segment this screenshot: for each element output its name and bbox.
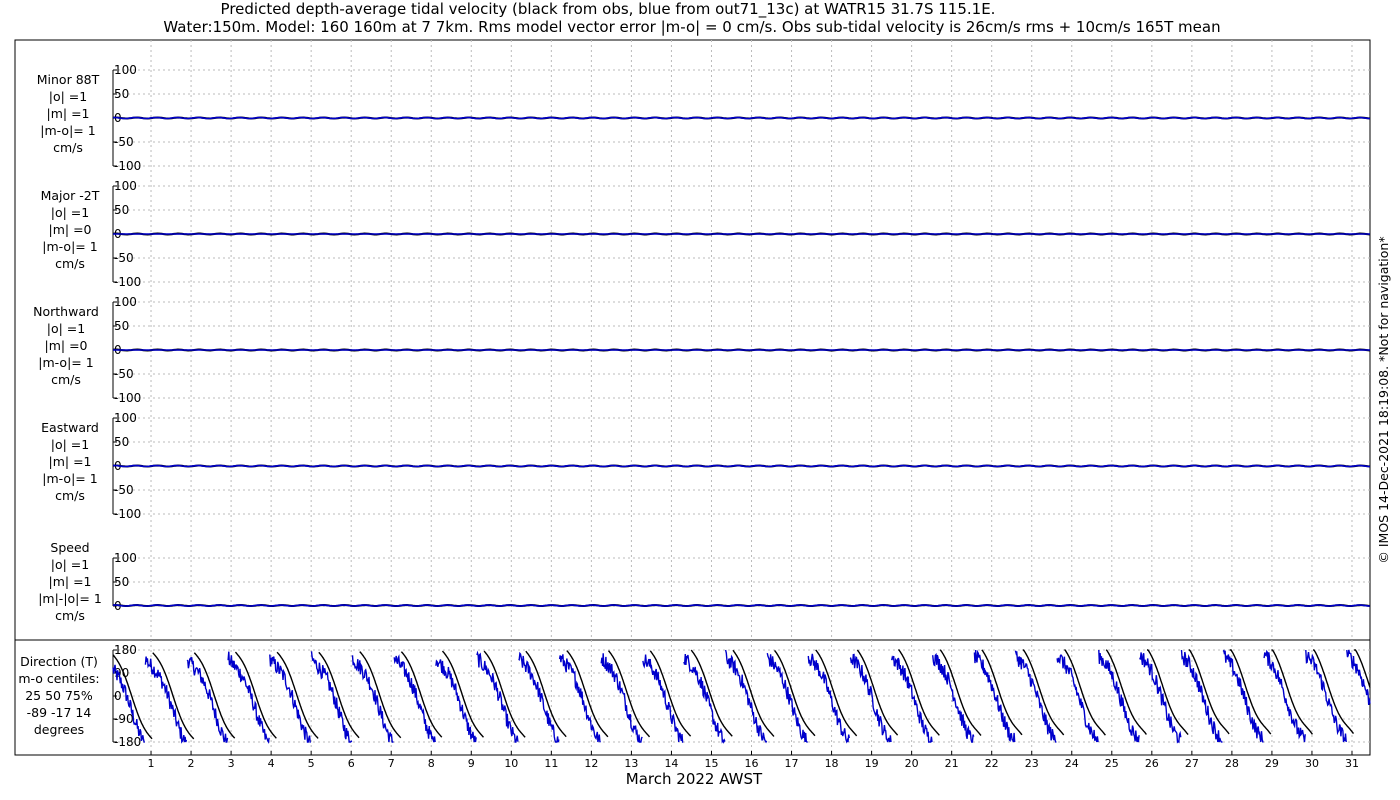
y-tick-label: -180 (114, 735, 141, 749)
panel-label: Minor 88T (37, 72, 100, 87)
x-tick-label: 25 (1105, 757, 1119, 770)
panel-label: |o| =1 (51, 205, 89, 220)
x-tick-label: 19 (865, 757, 879, 770)
x-tick-label: 23 (1025, 757, 1039, 770)
y-tick-label: 50 (114, 435, 129, 449)
panel-label: cm/s (51, 372, 81, 387)
x-tick-label: 4 (268, 757, 275, 770)
panel-label: Major -2T (41, 188, 100, 203)
panel-label: |o| =1 (47, 321, 85, 336)
x-tick-label: 24 (1065, 757, 1079, 770)
x-tick-label: 1 (148, 757, 155, 770)
y-tick-label: 100 (114, 551, 137, 565)
x-tick-label: 6 (348, 757, 355, 770)
y-tick-label: -50 (114, 135, 134, 149)
y-tick-label: 100 (114, 63, 137, 77)
x-tick-label: 16 (745, 757, 759, 770)
y-tick-label: 180 (114, 643, 137, 657)
panel-label: |m-o|= 1 (42, 471, 97, 486)
x-tick-label: 22 (985, 757, 999, 770)
y-tick-label: 50 (114, 575, 129, 589)
panel-label: |m| =0 (49, 222, 92, 237)
panel-label: Northward (33, 304, 99, 319)
panel-label: cm/s (53, 140, 83, 155)
x-tick-label: 31 (1345, 757, 1359, 770)
panel-label: |o| =1 (51, 557, 89, 572)
y-tick-label: 50 (114, 203, 129, 217)
x-tick-label: 18 (825, 757, 839, 770)
x-tick-label: 30 (1305, 757, 1319, 770)
panel-label: cm/s (55, 256, 85, 271)
panels-group: 1 2 3 4 5 6 7 8 9 10 11 12 13 14 15 16 17 18 19 20 21 22 23 24 2… (14, 39, 1371, 770)
y-tick-label: -50 (114, 483, 134, 497)
y-tick-label: 100 (114, 411, 137, 425)
x-tick-label: 7 (388, 757, 395, 770)
panel-label: |o| =1 (49, 89, 87, 104)
x-tick-label: 13 (624, 757, 638, 770)
x-tick-label: 9 (468, 757, 475, 770)
y-tick-label: -50 (114, 367, 134, 381)
y-tick-label: 100 (114, 179, 137, 193)
panel-label: 25 50 75% (25, 688, 93, 703)
y-tick-label: 50 (114, 319, 129, 333)
panel-label: Speed (50, 540, 89, 555)
panel-label: m-o centiles: (18, 671, 99, 686)
y-tick-label: 100 (114, 295, 137, 309)
x-tick-label: 5 (308, 757, 315, 770)
panel-label: Eastward (41, 420, 99, 435)
panel-label: |o| =1 (51, 437, 89, 452)
panel-label: |m| =1 (49, 574, 92, 589)
y-tick-label: 0 (114, 689, 122, 703)
y-tick-label: -50 (114, 251, 134, 265)
x-tick-label: 26 (1145, 757, 1159, 770)
x-tick-label: 10 (504, 757, 518, 770)
x-tick-label: 27 (1185, 757, 1199, 770)
panel-label: |m-o|= 1 (42, 239, 97, 254)
chart-title-line2: Water:150m. Model: 160 160m at 7 7km. Rm… (163, 18, 1220, 36)
tidal-velocity-chart: Predicted depth-average tidal velocity (… (14, 0, 1391, 788)
panel-label: cm/s (55, 608, 85, 623)
x-tick-label: 29 (1265, 757, 1279, 770)
y-tick-label: -90 (114, 712, 134, 726)
panel-label: degrees (34, 722, 84, 737)
x-tick-label: 8 (428, 757, 435, 770)
y-tick-label: -100 (114, 507, 141, 521)
x-tick-label: 21 (945, 757, 959, 770)
panel-label: Direction (T) (20, 654, 98, 669)
x-tick-label: 20 (905, 757, 919, 770)
x-axis-label: March 2022 AWST (626, 770, 763, 788)
chart-title-line1: Predicted depth-average tidal velocity (… (221, 0, 996, 19)
y-tick-label: -100 (114, 159, 141, 173)
panel-label: |m| =0 (45, 338, 88, 353)
x-tick-label: 28 (1225, 757, 1239, 770)
x-tick-label: 11 (544, 757, 558, 770)
x-tick-label: 14 (664, 757, 678, 770)
copyright-note: © IMOS 14-Dec-2021 18:19:08. *Not for na… (1376, 236, 1391, 563)
panel-label: |m| =1 (49, 454, 92, 469)
y-tick-label: -100 (114, 391, 141, 405)
x-tick-label: 3 (228, 757, 235, 770)
panel-label: cm/s (55, 488, 85, 503)
x-tick-label: 2 (188, 757, 195, 770)
panel-label: |m|-|o|= 1 (38, 591, 102, 606)
y-tick-label: 50 (114, 87, 129, 101)
panel-label: -89 -17 14 (27, 705, 92, 720)
x-tick-label: 12 (584, 757, 598, 770)
panel-frame (14, 39, 1371, 641)
x-tick-label: 17 (785, 757, 799, 770)
panel-label: |m-o|= 1 (38, 355, 93, 370)
panel-label: |m-o|= 1 (40, 123, 95, 138)
x-tick-label: 15 (704, 757, 718, 770)
panel-label: |m| =1 (47, 106, 90, 121)
y-tick-label: -100 (114, 275, 141, 289)
